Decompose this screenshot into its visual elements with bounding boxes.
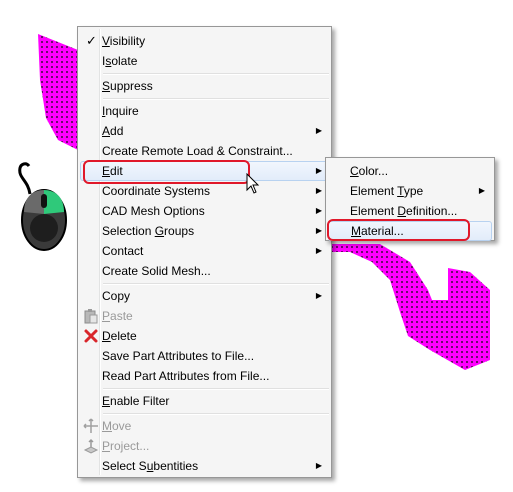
menu-label: olor... <box>358 164 389 178</box>
menu-label: isibility <box>109 34 146 48</box>
submenu-arrow-icon: ▶ <box>315 186 322 195</box>
edit-highlight-callout <box>83 160 250 184</box>
mnemonic: P <box>102 439 111 453</box>
delete-icon <box>84 329 98 343</box>
menu-label: ove <box>112 419 132 433</box>
menu-label: nquire <box>105 104 139 118</box>
menu-label: Create Remote Load & Constraint... <box>102 144 293 158</box>
menu-label: ype <box>403 184 424 198</box>
menu-separator <box>103 283 329 285</box>
menu-item-save-part-attributes[interactable]: Save Part Attributes to File... <box>80 346 329 366</box>
menu-separator <box>103 73 329 75</box>
menu-item-add[interactable]: Add ▶ <box>80 121 329 141</box>
submenu-arrow-icon: ▶ <box>315 226 322 235</box>
menu-label: nable Filter <box>110 394 170 408</box>
mnemonic: S <box>102 79 111 93</box>
menu-item-coordinate-systems[interactable]: Coordinate Systems ▶ <box>80 181 329 201</box>
submenu-item-element-definition[interactable]: Element Definition... <box>328 201 492 221</box>
menu-separator <box>103 413 329 415</box>
paste-icon <box>84 309 98 324</box>
mouse-icon <box>18 162 67 251</box>
menu-item-visibility[interactable]: ✓ Visibility <box>80 31 329 51</box>
submenu-arrow-icon: ▶ <box>315 291 322 300</box>
submenu-arrow-icon: ▶ <box>315 166 322 175</box>
menu-label: olate <box>111 54 138 68</box>
move-icon <box>83 418 98 433</box>
menu-item-copy[interactable]: Copy ▶ <box>80 286 329 306</box>
submenu-arrow-icon: ▶ <box>315 126 322 135</box>
menu-label: uppress <box>110 79 153 93</box>
submenu-arrow-icon: ▶ <box>478 186 485 195</box>
menu-label: dd <box>110 124 124 138</box>
mnemonic: M <box>102 419 112 433</box>
mnemonic: G <box>154 224 165 238</box>
menu-label: Create Solid Mesh... <box>102 264 211 278</box>
submenu-item-element-type[interactable]: Element Type ▶ <box>328 181 492 201</box>
submenu-arrow-icon: ▶ <box>315 206 322 215</box>
menu-item-isolate[interactable]: Isolate <box>80 51 329 71</box>
mesh-part-upper <box>38 34 78 150</box>
menu-label: Select S <box>102 459 147 473</box>
menu-label: roups <box>164 224 195 238</box>
mnemonic: C <box>350 164 359 178</box>
menu-item-read-part-attributes[interactable]: Read Part Attributes from File... <box>80 366 329 386</box>
menu-item-create-remote-load[interactable]: Create Remote Load & Constraint... <box>80 141 329 161</box>
mnemonic: P <box>102 309 111 323</box>
menu-label: Read Part Attributes from File... <box>102 369 270 383</box>
menu-label: Copy <box>102 289 131 303</box>
menu-item-select-subentities[interactable]: Select Subentities ▶ <box>80 456 329 476</box>
menu-separator <box>103 388 329 390</box>
menu-label: Coordinate Systems <box>102 184 211 198</box>
menu-item-contact[interactable]: Contact ▶ <box>80 241 329 261</box>
menu-label: bentities <box>153 459 199 473</box>
menu-item-move[interactable]: Move <box>80 416 329 436</box>
context-menu: ✓ Visibility Isolate Suppress Inquire Ad… <box>77 26 332 478</box>
submenu-arrow-icon: ▶ <box>315 461 322 470</box>
menu-item-enable-filter[interactable]: Enable Filter <box>80 391 329 411</box>
checkmark-icon: ✓ <box>86 33 97 48</box>
mnemonic: D <box>102 329 111 343</box>
menu-item-paste[interactable]: Paste <box>80 306 329 326</box>
menu-label: CAD Mesh Options <box>102 204 205 218</box>
menu-label: efinition... <box>406 204 458 218</box>
material-highlight-callout <box>327 219 470 241</box>
menu-item-delete[interactable]: Delete <box>80 326 329 346</box>
submenu-arrow-icon: ▶ <box>315 246 322 255</box>
menu-label: Element <box>350 204 398 218</box>
menu-label: Element <box>350 184 398 198</box>
menu-label: Save Part Attributes to File... <box>102 349 255 363</box>
menu-item-inquire[interactable]: Inquire <box>80 101 329 121</box>
mnemonic: E <box>102 394 111 408</box>
mnemonic: A <box>102 124 111 138</box>
menu-label: roject... <box>110 439 150 453</box>
mnemonic: V <box>102 34 110 48</box>
menu-item-create-solid-mesh[interactable]: Create Solid Mesh... <box>80 261 329 281</box>
mnemonic: D <box>397 204 407 218</box>
cursor-icon <box>246 173 260 194</box>
menu-label: aste <box>110 309 133 323</box>
mesh-part-right <box>332 244 490 370</box>
menu-item-cad-mesh-options[interactable]: CAD Mesh Options ▶ <box>80 201 329 221</box>
menu-label: Selection <box>102 224 155 238</box>
project-icon <box>83 438 99 454</box>
menu-label: elete <box>110 329 137 343</box>
menu-item-project[interactable]: Project... <box>80 436 329 456</box>
menu-label: Contact <box>102 244 144 258</box>
menu-separator <box>103 98 329 100</box>
menu-item-suppress[interactable]: Suppress <box>80 76 329 96</box>
mnemonic: T <box>397 184 404 198</box>
submenu-item-color[interactable]: Color... <box>328 161 492 181</box>
menu-item-selection-groups[interactable]: Selection Groups ▶ <box>80 221 329 241</box>
